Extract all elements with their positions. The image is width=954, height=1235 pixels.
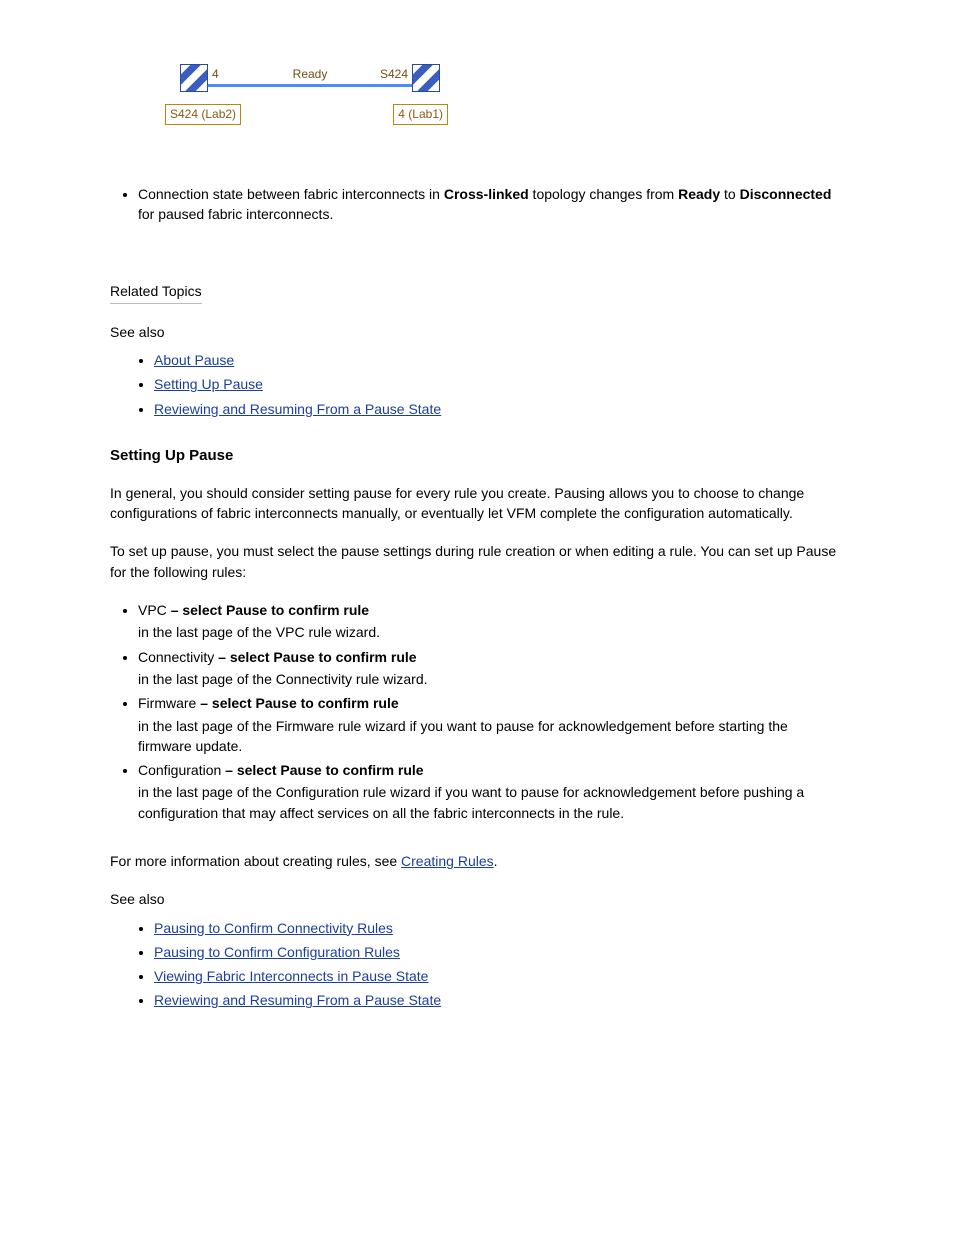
rule-before: VPC (138, 602, 171, 618)
rule-before: Firmware (138, 695, 196, 711)
link-item: Setting Up Pause (154, 374, 844, 394)
rule-strong: – select Pause to confirm rule (171, 602, 369, 618)
setup-pause-p2: To set up pause, you must select the pau… (110, 541, 844, 582)
topology-note-list: Connection state between fabric intercon… (110, 184, 844, 225)
pause-rule-configuration: Configuration – select Pause to confirm … (138, 760, 844, 823)
setting-up-pause-heading: Setting Up Pause (110, 445, 844, 467)
link-item: Pausing to Confirm Connectivity Rules (154, 918, 844, 938)
link-item: Reviewing and Resuming From a Pause Stat… (154, 399, 844, 419)
note-text-1: Connection state between fabric intercon… (138, 186, 444, 202)
note-strong-1: Cross-linked (444, 186, 529, 202)
switch-icon-right (412, 64, 440, 92)
note-strong-2: Ready (678, 186, 720, 202)
left-switch-name: S424 (Lab2) (165, 104, 241, 125)
rule-after: in the last page of the Connectivity rul… (138, 669, 844, 689)
link-status-label: Ready (293, 66, 328, 83)
rule-after: in the last page of the VPC rule wizard. (138, 622, 844, 642)
right-port-label: S424 (380, 66, 408, 83)
rule-strong: – select Pause to confirm rule (214, 649, 416, 665)
related-topics-heading: Related Topics (110, 281, 202, 304)
rule-before: Configuration (138, 762, 221, 778)
see-also-intro-2: See also (110, 889, 844, 909)
note-text-4: for paused fabric interconnects. (138, 206, 333, 222)
link-setting-up-pause[interactable]: Setting Up Pause (154, 376, 263, 392)
related-topics-links: About Pause Setting Up Pause Reviewing a… (110, 350, 844, 419)
topology-note-item: Connection state between fabric intercon… (138, 184, 844, 225)
note-strong-3: Disconnected (740, 186, 832, 202)
link-review-resume-pause[interactable]: Reviewing and Resuming From a Pause Stat… (154, 401, 441, 417)
rule-after: in the last page of the Firmware rule wi… (138, 716, 844, 757)
link-view-fi-pause[interactable]: Viewing Fabric Interconnects in Pause St… (154, 968, 428, 984)
p3-after: . (494, 853, 498, 869)
link-pause-configuration[interactable]: Pausing to Confirm Configuration Rules (154, 944, 400, 960)
link-creating-rules[interactable]: Creating Rules (401, 853, 494, 869)
link-item: Viewing Fabric Interconnects in Pause St… (154, 966, 844, 986)
p3-before: For more information about creating rule… (110, 853, 401, 869)
pause-rule-connectivity: Connectivity – select Pause to confirm r… (138, 647, 844, 690)
pause-rule-vpc: VPC – select Pause to confirm rule in th… (138, 600, 844, 643)
switch-icon-left (180, 64, 208, 92)
rule-strong: – select Pause to confirm rule (196, 695, 398, 711)
see-also-intro-1: See also (110, 322, 844, 342)
setup-pause-p3: For more information about creating rule… (110, 851, 844, 871)
link-item: Pausing to Confirm Configuration Rules (154, 942, 844, 962)
connection-line: 4 Ready S424 (208, 84, 412, 87)
rule-after: in the last page of the Configuration ru… (138, 782, 844, 823)
link-item: Reviewing and Resuming From a Pause Stat… (154, 990, 844, 1010)
right-switch-name: 4 (Lab1) (393, 104, 448, 125)
see-also-links-2: Pausing to Confirm Connectivity Rules Pa… (110, 918, 844, 1011)
pause-rule-types-list: VPC – select Pause to confirm rule in th… (110, 600, 844, 823)
link-review-resume-2[interactable]: Reviewing and Resuming From a Pause Stat… (154, 992, 441, 1008)
note-text-3: to (720, 186, 739, 202)
pause-rule-firmware: Firmware – select Pause to confirm rule … (138, 693, 844, 756)
link-about-pause[interactable]: About Pause (154, 352, 234, 368)
setup-pause-p1: In general, you should consider setting … (110, 483, 844, 524)
link-item: About Pause (154, 350, 844, 370)
link-pause-connectivity[interactable]: Pausing to Confirm Connectivity Rules (154, 920, 393, 936)
rule-before: Connectivity (138, 649, 214, 665)
left-port-label: 4 (212, 66, 219, 83)
fi-connection-diagram: 4 Ready S424 S424 (Lab2) 4 (Lab1) (170, 54, 450, 144)
rule-strong: – select Pause to confirm rule (221, 762, 423, 778)
note-text-2: topology changes from (529, 186, 678, 202)
